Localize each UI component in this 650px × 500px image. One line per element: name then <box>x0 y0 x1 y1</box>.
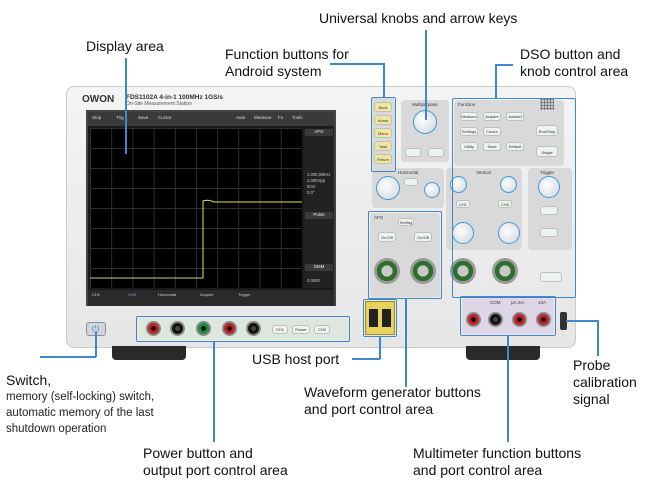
model-subtitle: On-Site Measurement Station <box>126 101 192 107</box>
waveform-trace <box>90 199 302 279</box>
label-switch-desc-1: memory (self-locking) switch, <box>6 391 155 403</box>
leader-switch-v <box>95 332 97 357</box>
arrow-key-right[interactable] <box>428 148 444 157</box>
label-power-line1: Power button and <box>143 445 253 461</box>
leader-android-v <box>383 63 385 97</box>
label-probe-line3: signal <box>573 391 610 407</box>
brand-logo: OWON <box>82 94 115 105</box>
right-panel-value: 1.000,00kHz <box>307 172 331 177</box>
model-name: FDS1102A 4-in-1 100MHz 1GS/s <box>126 94 223 101</box>
right-panel-tab: DMM <box>305 264 333 271</box>
toolbar-item: Auto <box>236 115 246 120</box>
horizontal-scale-knob[interactable] <box>376 176 400 200</box>
bottom-bar-item: CH2 <box>128 292 137 297</box>
bottom-bar-item: Horizontal <box>158 292 177 297</box>
waveform-plot <box>90 128 302 288</box>
leader-probe-v <box>597 320 599 356</box>
label-power-line2: output port control area <box>143 462 288 478</box>
screen-right-panel: AFG 1.000,00kHz 1.000Vpp 0mV 0.0° Pulse … <box>304 128 334 288</box>
label-dso-line1: DSO button and <box>520 46 621 62</box>
label-multimeter-line1: Multimeter function buttons <box>413 445 582 461</box>
toolbar-item: Save <box>138 115 149 120</box>
screen-bottom-bar: CH1 CH2 Horizontal Acquire Trigger <box>88 290 334 306</box>
leader-multimeter <box>507 336 509 442</box>
leader-waveform <box>405 299 407 387</box>
label-android-line2: Android system <box>225 63 322 79</box>
leader-dso-v <box>495 64 497 98</box>
device-foot-left <box>112 346 186 360</box>
label-switch-desc-3: shutdown operation <box>6 423 107 435</box>
device-foot-right <box>466 346 540 360</box>
label-switch-desc-2: automatic memory of the last <box>6 407 154 419</box>
toolbar-item: Stop <box>92 115 102 120</box>
label-probe-line2: calibration <box>573 374 637 390</box>
arrow-key-left[interactable] <box>405 148 421 157</box>
toolbar-item: Cursor <box>158 115 172 120</box>
right-panel-tab: AFG <box>305 129 333 136</box>
label-universal-knobs: Universal knobs and arrow keys <box>319 10 518 26</box>
bottom-bar-item: CH1 <box>92 292 101 297</box>
horizontal-position-knob[interactable] <box>424 182 440 198</box>
leader-usb-v <box>379 337 381 359</box>
right-panel-value: 0mV <box>307 184 316 189</box>
right-panel-value: 0.0000 <box>307 278 320 283</box>
callout-box-waveform <box>368 211 442 299</box>
bottom-bar-item: Acquire <box>200 292 214 297</box>
leader-dso-h <box>495 64 513 66</box>
callout-box-power <box>136 316 350 342</box>
leader-power <box>213 342 215 442</box>
right-panel-tab: Pulse <box>305 212 333 219</box>
label-switch-title: Switch, <box>6 372 52 388</box>
label-dso-line2: knob control area <box>520 63 629 79</box>
right-panel-value: 1.000Vpp <box>307 178 325 183</box>
label-waveform-line2: and port control area <box>304 401 434 417</box>
toolbar-item: Trig <box>116 115 124 120</box>
leader-usb-h <box>352 358 380 360</box>
leader-android-h <box>330 63 384 65</box>
toolbar-item: Fn <box>278 115 284 120</box>
leader-switch-h <box>40 356 96 358</box>
toolbar-item: Tools <box>292 115 303 120</box>
label-android-line1: Function buttons for <box>225 46 349 62</box>
label-multimeter-line2: and port control area <box>413 462 543 478</box>
leader-display-area <box>125 58 127 154</box>
toolbar-item: Measure <box>254 115 272 120</box>
bottom-bar-item: Trigger <box>238 292 251 297</box>
callout-box-dso <box>452 98 576 298</box>
horizontal-menu-button[interactable] <box>404 178 418 186</box>
label-probe-line1: Probe <box>573 357 611 373</box>
callout-box-android <box>371 97 396 172</box>
display-screen: Stop Trig Save Cursor Auto Measure Fn To… <box>86 110 336 306</box>
horizontal-title: Horizontal <box>398 170 419 175</box>
leader-universal-knobs <box>425 30 427 120</box>
callout-box-usb <box>363 299 397 337</box>
label-waveform-line1: Waveform generator buttons <box>304 384 481 400</box>
callout-box-multimeter <box>460 296 556 336</box>
label-usb-host: USB host port <box>252 351 340 367</box>
leader-probe-h <box>566 320 598 322</box>
right-panel-value: 0.0° <box>307 190 315 195</box>
label-display-area: Display area <box>86 38 164 54</box>
